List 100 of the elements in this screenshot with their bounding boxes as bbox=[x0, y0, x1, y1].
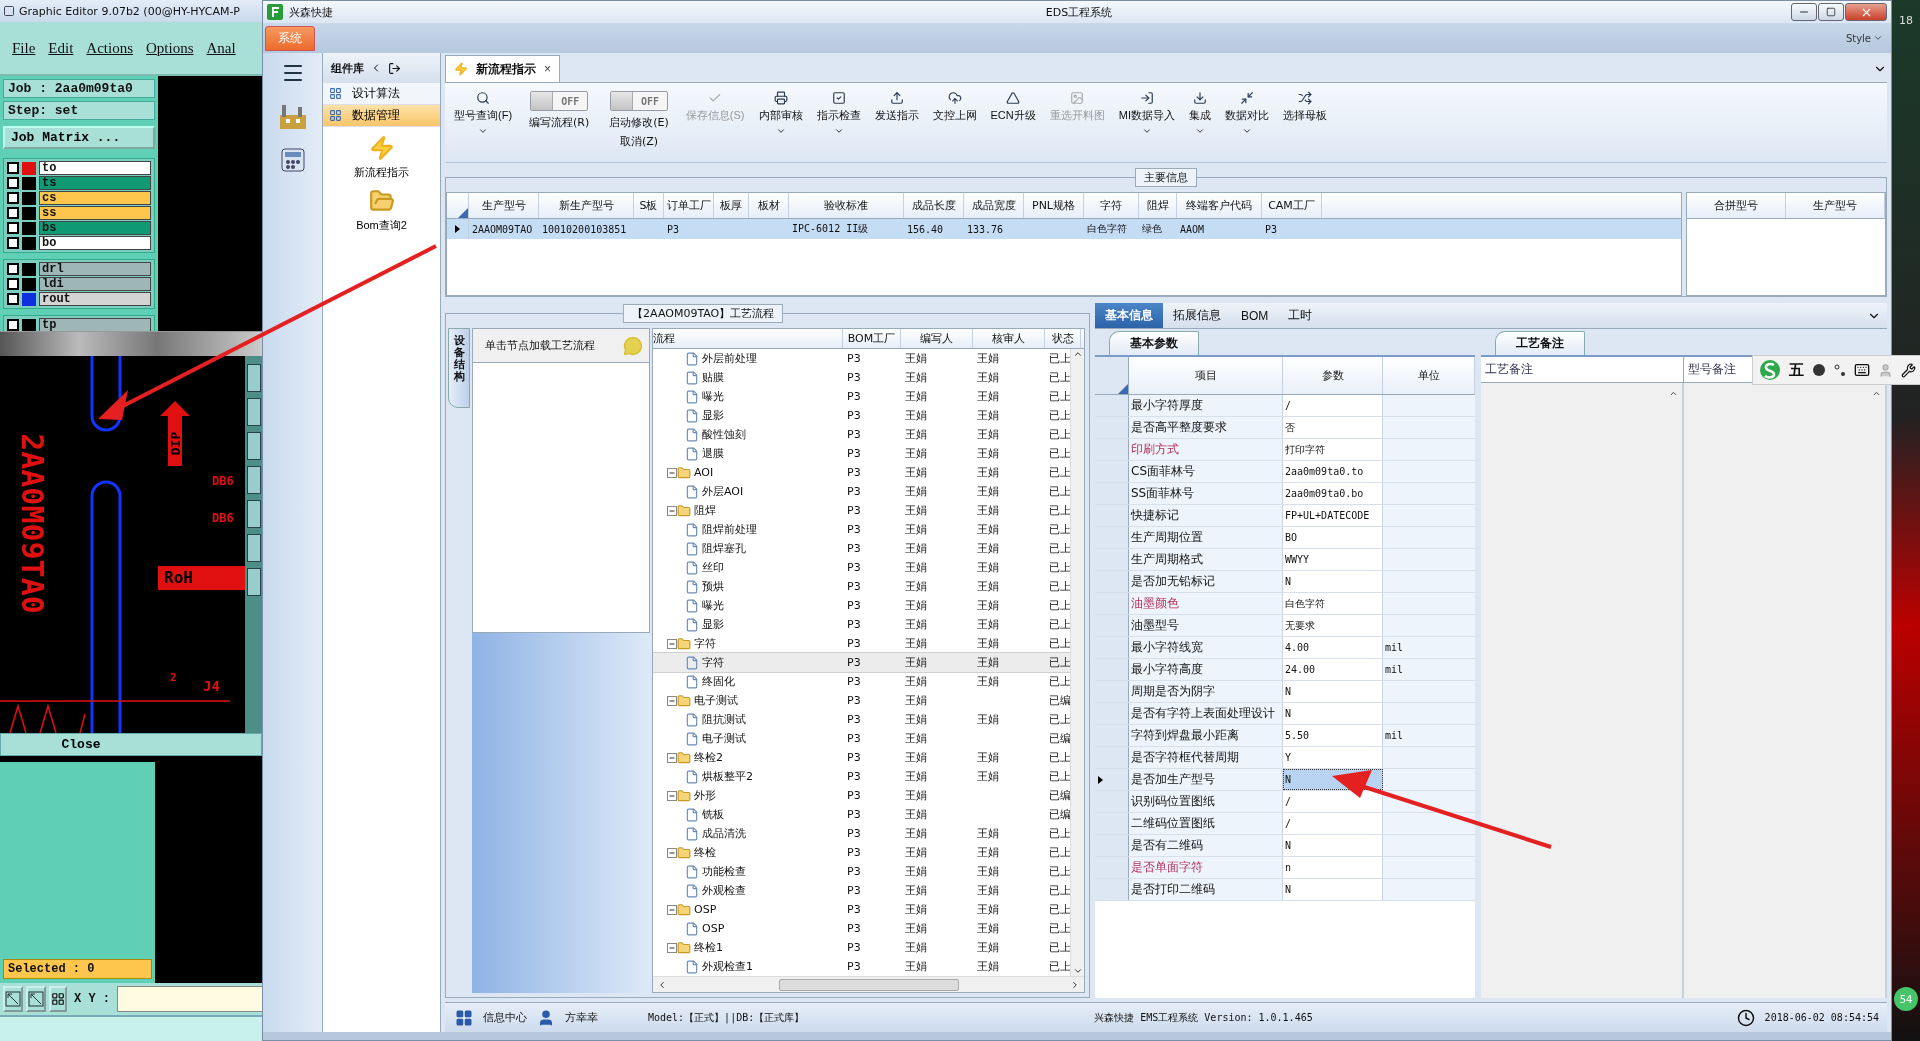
parameter-value[interactable]: 否 bbox=[1283, 417, 1383, 438]
column-header[interactable]: 生产型号 bbox=[1786, 193, 1885, 218]
parameter-value[interactable]: N bbox=[1283, 879, 1383, 900]
menu-item[interactable]: Edit bbox=[48, 39, 74, 57]
layer-name[interactable]: ts bbox=[39, 176, 151, 190]
canvas-tool-icon[interactable] bbox=[246, 534, 261, 562]
shortcut-button[interactable]: Bom查询2 bbox=[323, 180, 440, 233]
parameter-value[interactable]: 24.00 bbox=[1283, 659, 1383, 680]
tree-node-label[interactable]: 铣板 bbox=[699, 807, 724, 822]
parameter-value[interactable]: Y bbox=[1283, 747, 1383, 768]
toggle-switch[interactable]: OFF bbox=[530, 91, 589, 111]
parameter-value[interactable]: 白色字符 bbox=[1283, 593, 1383, 614]
tree-node-label[interactable]: 曝光 bbox=[699, 598, 724, 613]
exit-icon[interactable] bbox=[388, 61, 401, 75]
input-mode-text[interactable]: 五 bbox=[1789, 360, 1804, 380]
parameter-value[interactable]: 5.50 bbox=[1283, 725, 1383, 746]
layer-checkbox[interactable] bbox=[7, 263, 19, 275]
parameter-value[interactable]: / bbox=[1283, 395, 1383, 416]
tree-node-label[interactable]: 电子测试 bbox=[691, 693, 738, 708]
column-header[interactable]: 订单工厂 bbox=[664, 193, 714, 218]
command-field[interactable] bbox=[0, 1015, 262, 1041]
column-header[interactable]: 参数 bbox=[1283, 357, 1383, 394]
calculator-icon[interactable] bbox=[279, 147, 306, 173]
corner-icon[interactable] bbox=[458, 208, 468, 218]
parameter-value[interactable]: WWYY bbox=[1283, 549, 1383, 570]
zoom-tool-button[interactable] bbox=[3, 986, 23, 1012]
menu-item[interactable]: Anal bbox=[206, 39, 236, 57]
layer-checkbox[interactable] bbox=[7, 177, 19, 189]
parameter-value[interactable]: N bbox=[1283, 571, 1383, 592]
tree-node-label[interactable]: 烘板整平2 bbox=[699, 769, 753, 784]
tree-node-label[interactable]: AOI bbox=[691, 466, 714, 479]
tree-node-label[interactable]: 终检1 bbox=[691, 940, 723, 955]
layer-name[interactable]: rout bbox=[39, 292, 151, 306]
moon-icon[interactable] bbox=[1812, 363, 1826, 377]
layer-name[interactable]: bo bbox=[39, 236, 151, 250]
horizontal-scrollbar[interactable] bbox=[653, 976, 1084, 992]
layer-checkbox[interactable] bbox=[7, 222, 19, 234]
menu-item[interactable]: Options bbox=[146, 39, 194, 57]
collapse-icon[interactable] bbox=[667, 790, 677, 801]
tab[interactable]: 拓展信息 bbox=[1163, 303, 1231, 328]
parameter-value[interactable]: N bbox=[1283, 835, 1383, 856]
grid-tool-button[interactable] bbox=[49, 986, 67, 1012]
column-header[interactable]: 成品长度 bbox=[904, 193, 964, 218]
collapse-icon[interactable] bbox=[667, 752, 677, 763]
close-button[interactable]: Close bbox=[0, 733, 262, 756]
table-row[interactable]: 2AAOM09TAO 10010200103851 P3 IPC-6012 II级 156.40 133.76 白色字符 绿色 AAOM P3 bbox=[447, 219, 1681, 239]
layer-name[interactable]: ldi bbox=[39, 277, 151, 291]
canvas-tool-icon[interactable] bbox=[246, 398, 261, 426]
tree-node-label[interactable]: 显影 bbox=[699, 408, 724, 423]
layer-name[interactable]: cs bbox=[39, 191, 151, 205]
collapse-icon[interactable] bbox=[667, 904, 677, 915]
column-header[interactable]: 板材 bbox=[749, 193, 789, 218]
tree-node-label[interactable]: 酸性蚀刻 bbox=[699, 427, 746, 442]
collapse-icon[interactable] bbox=[667, 847, 677, 858]
layer-checkbox[interactable] bbox=[7, 162, 19, 174]
canvas-tool-icon[interactable] bbox=[246, 466, 261, 494]
tree-node-label[interactable]: 终固化 bbox=[699, 674, 735, 689]
column-header[interactable]: S板 bbox=[634, 193, 664, 218]
shortcut-button[interactable]: 新流程指示 bbox=[323, 127, 440, 180]
tree-node-label[interactable]: 成品清洗 bbox=[699, 826, 746, 841]
parameter-value[interactable]: 无要求 bbox=[1283, 615, 1383, 636]
coordinate-field[interactable] bbox=[117, 986, 262, 1012]
layer-checkbox[interactable] bbox=[7, 278, 19, 290]
column-header[interactable]: 字符 bbox=[1084, 193, 1139, 218]
canvas-tool-icon[interactable] bbox=[246, 500, 261, 528]
tree-node-label[interactable]: OSP bbox=[691, 903, 717, 916]
tree-node-label[interactable]: 阻焊塞孔 bbox=[699, 541, 746, 556]
tab[interactable]: 基本信息 bbox=[1095, 303, 1163, 328]
grid-icon[interactable] bbox=[455, 1008, 473, 1027]
toolbar-button[interactable]: 发送指示 bbox=[871, 91, 922, 123]
column-header[interactable]: 状态 bbox=[1045, 329, 1081, 348]
column-header[interactable]: 项目 bbox=[1129, 357, 1283, 394]
tree-node-label[interactable]: 阻焊 bbox=[691, 503, 716, 518]
parameter-value[interactable]: / bbox=[1283, 813, 1383, 834]
panel-tab[interactable]: 工艺备注 bbox=[1495, 331, 1585, 355]
column-header[interactable]: 流程 bbox=[653, 329, 843, 348]
parameter-value[interactable]: BO bbox=[1283, 527, 1383, 548]
component-item[interactable]: 设计算法 bbox=[323, 83, 440, 105]
column-header[interactable]: 成品宽度 bbox=[964, 193, 1024, 218]
side-tab[interactable]: 设备结构 bbox=[448, 328, 470, 408]
toolbar-button[interactable]: 选择母板 bbox=[1279, 91, 1330, 123]
toolbar-button[interactable]: 内部审核 bbox=[755, 91, 806, 136]
column-header[interactable]: CAM工厂 bbox=[1262, 193, 1322, 218]
measure-tool-button[interactable] bbox=[26, 986, 46, 1012]
canvas-tool-icon[interactable] bbox=[246, 568, 261, 596]
column-header[interactable]: 生产型号 bbox=[469, 193, 539, 218]
column-header[interactable]: 阻焊 bbox=[1139, 193, 1177, 218]
tree-node-label[interactable]: 阻抗测试 bbox=[699, 712, 746, 727]
canvas-tool-icon[interactable] bbox=[246, 432, 261, 460]
menu-item[interactable]: File bbox=[12, 39, 36, 57]
corner-icon[interactable] bbox=[1118, 384, 1128, 394]
tree-node-label[interactable]: 功能检查 bbox=[699, 864, 746, 879]
collapse-icon[interactable] bbox=[667, 638, 677, 649]
layer-name[interactable]: drl bbox=[39, 262, 151, 276]
tree-node-label[interactable]: 字符 bbox=[691, 636, 716, 651]
close-button[interactable] bbox=[1845, 3, 1887, 21]
tree-node-label[interactable]: 预烘 bbox=[699, 579, 724, 594]
toggle-switch[interactable]: OFF bbox=[610, 91, 669, 111]
collapse-icon[interactable] bbox=[667, 467, 677, 478]
column-header[interactable]: BOM工厂 bbox=[843, 329, 901, 348]
